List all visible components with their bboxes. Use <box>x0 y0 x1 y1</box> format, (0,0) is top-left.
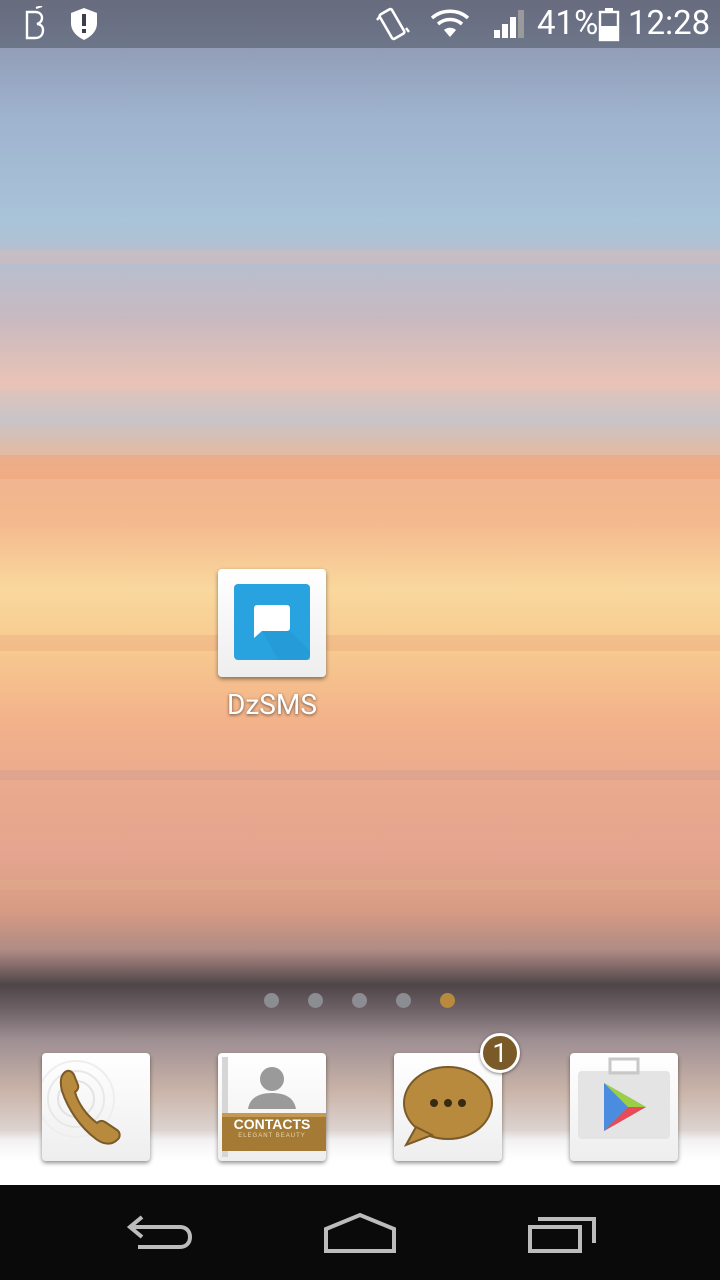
recent-apps-icon[interactable] <box>524 1205 600 1261</box>
page-dot-active[interactable] <box>440 993 455 1008</box>
home-icon[interactable] <box>320 1205 400 1261</box>
beats-audio-icon <box>25 6 45 40</box>
wallpaper-streak <box>0 380 720 390</box>
navigation-bar <box>0 1185 720 1280</box>
chat-bubble-icon <box>234 584 310 660</box>
wallpaper-streak <box>0 635 720 651</box>
notification-badge: 1 <box>480 1033 520 1073</box>
page-dot[interactable] <box>264 993 279 1008</box>
wifi-icon <box>430 9 470 37</box>
contacts-icon <box>222 1057 326 1157</box>
contacts-title: CONTACTS <box>233 1116 311 1132</box>
dock-play-store-app[interactable] <box>570 1053 678 1161</box>
phone-icon <box>37 1060 121 1145</box>
dock-contacts-app[interactable]: CONTACTS ELEGANT BEAUTY <box>218 1053 326 1161</box>
page-dot[interactable] <box>396 993 411 1008</box>
battery-percent: 41% <box>537 4 599 43</box>
vibrate-icon <box>376 7 410 41</box>
wallpaper-streak <box>0 455 720 479</box>
status-bar[interactable]: 41% 12:28 <box>0 0 720 48</box>
dock-phone-app[interactable] <box>37 1053 150 1161</box>
page-dot[interactable] <box>308 993 323 1008</box>
back-icon[interactable] <box>120 1205 196 1261</box>
battery-icon <box>598 8 620 42</box>
app-label-dzsms[interactable]: DzSMS <box>190 688 354 721</box>
wallpaper-streak <box>0 880 720 890</box>
dock-messaging-app[interactable] <box>394 1053 502 1161</box>
wallpaper-streak <box>0 250 720 264</box>
app-dzsms[interactable] <box>218 569 326 677</box>
page-dot[interactable] <box>352 993 367 1008</box>
clock: 12:28 <box>628 4 711 43</box>
wallpaper-streak <box>0 770 720 780</box>
shield-alert-icon <box>71 8 97 40</box>
messaging-icon <box>403 1066 493 1147</box>
contacts-subtitle: ELEGANT BEAUTY <box>238 1133 306 1139</box>
play-store-icon <box>578 1057 670 1139</box>
signal-icon <box>494 10 524 38</box>
